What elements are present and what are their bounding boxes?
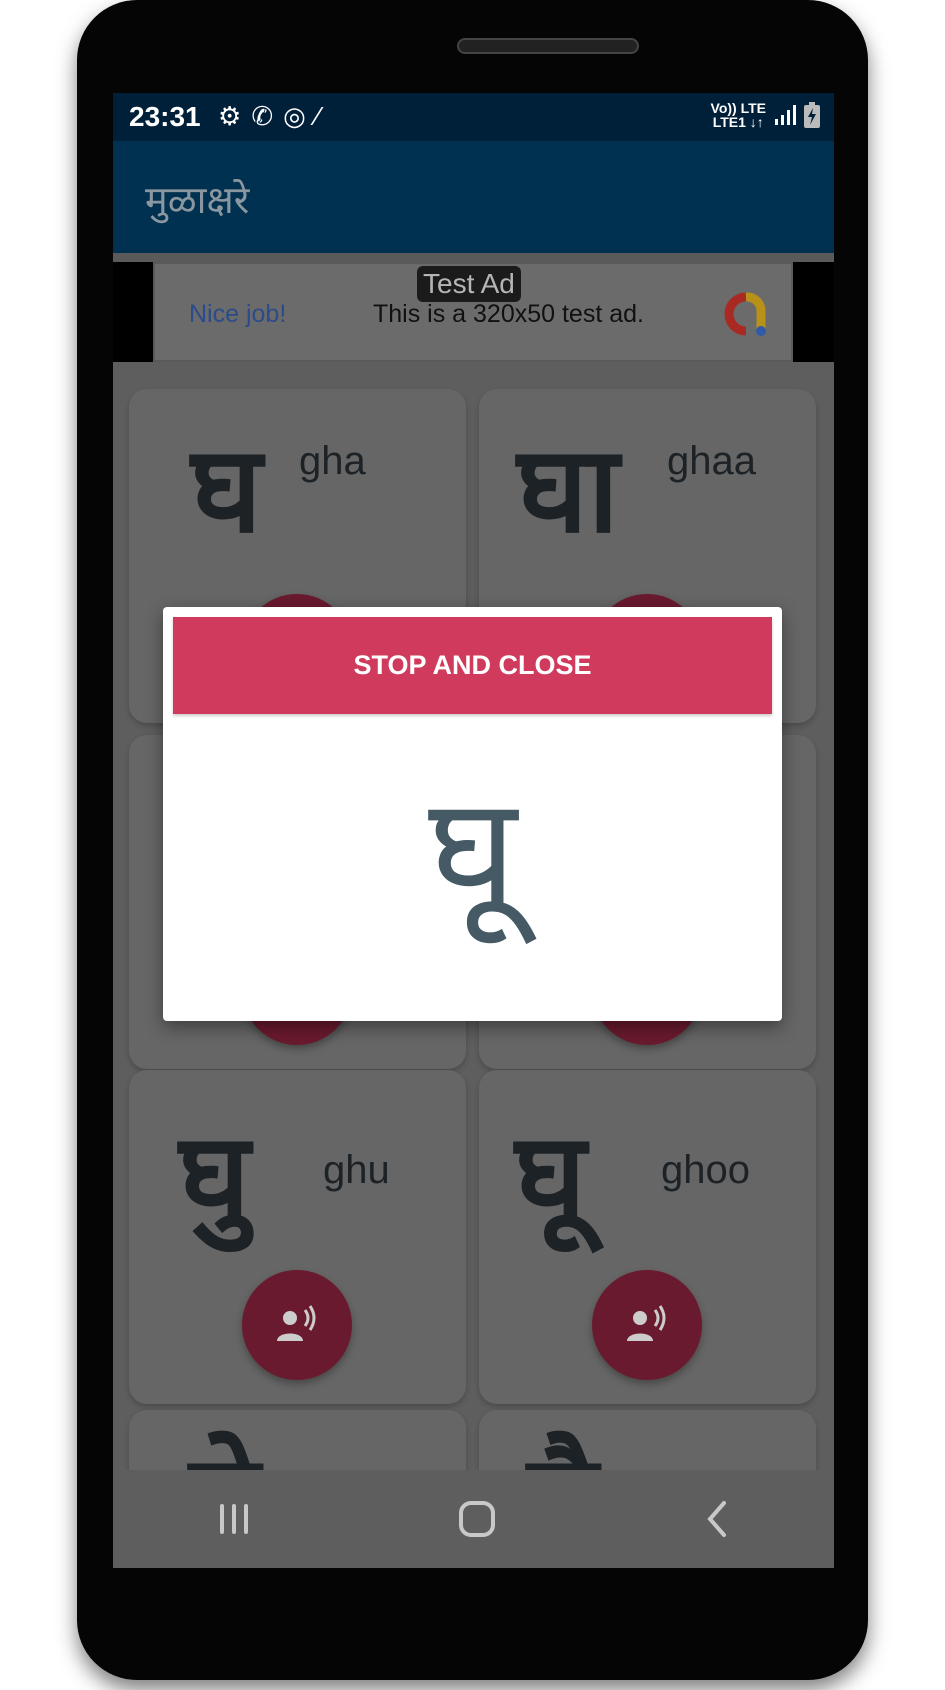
dialog-character: घू [428, 765, 517, 939]
ad-banner[interactable]: Nice job! This is a 320x50 test ad. Test… [153, 262, 793, 362]
app-title: मुळाक्षरे [145, 178, 250, 222]
hotspot-icon: ◎ [283, 101, 306, 131]
network-top: Vo)) LTE [710, 100, 766, 116]
letter-transliteration: gha [299, 439, 366, 483]
speaking-person-icon [277, 1305, 316, 1341]
ad-banner-container: Nice job! This is a 320x50 test ad. Test… [113, 262, 834, 362]
letter-card[interactable]: घू ghoo [479, 1070, 816, 1404]
speaker-grille [457, 38, 639, 54]
admob-logo-icon [724, 292, 766, 336]
letter-dialog: STOP AND CLOSE घू [163, 607, 782, 1021]
home-icon[interactable] [458, 1500, 496, 1538]
status-time: 23:31 [129, 101, 201, 132]
letter-transliteration: ghaa [667, 439, 756, 483]
divider [113, 253, 834, 262]
letter-glyph: घ [191, 421, 262, 560]
ad-headline[interactable]: Nice job! [189, 300, 286, 329]
status-bar: 23:31 ⚙ ✆ ◎ ⁄ Vo)) LTE LTE1 ↓↑ [113, 93, 834, 141]
test-ad-badge: Test Ad [417, 266, 521, 302]
letter-glyph: घा [517, 421, 619, 560]
letter-glyph: घु [179, 1108, 250, 1247]
letter-transliteration: ghoo [661, 1148, 750, 1192]
letter-transliteration: ghu [323, 1148, 390, 1192]
speaking-person-icon [627, 1305, 666, 1341]
navigation-bar [113, 1470, 834, 1568]
speak-button[interactable] [242, 1270, 352, 1380]
app-bar: मुळाक्षरे [113, 141, 834, 253]
battery-charging-icon [804, 102, 820, 128]
network-bottom: LTE1 ↓↑ [712, 114, 764, 130]
letter-glyph: घू [515, 1108, 586, 1247]
gear-icon: ⚙ [218, 101, 242, 131]
ad-text: This is a 320x50 test ad. [373, 300, 644, 328]
stop-and-close-button[interactable]: STOP AND CLOSE [173, 617, 772, 714]
signal-icon [775, 105, 796, 125]
recent-apps-icon[interactable] [217, 1502, 251, 1536]
speak-button[interactable] [592, 1270, 702, 1380]
letter-card[interactable]: घु ghu [129, 1070, 466, 1404]
magic-wand-icon: ⁄ [315, 101, 321, 131]
back-icon[interactable] [704, 1500, 730, 1538]
whatsapp-icon: ✆ [251, 101, 274, 131]
